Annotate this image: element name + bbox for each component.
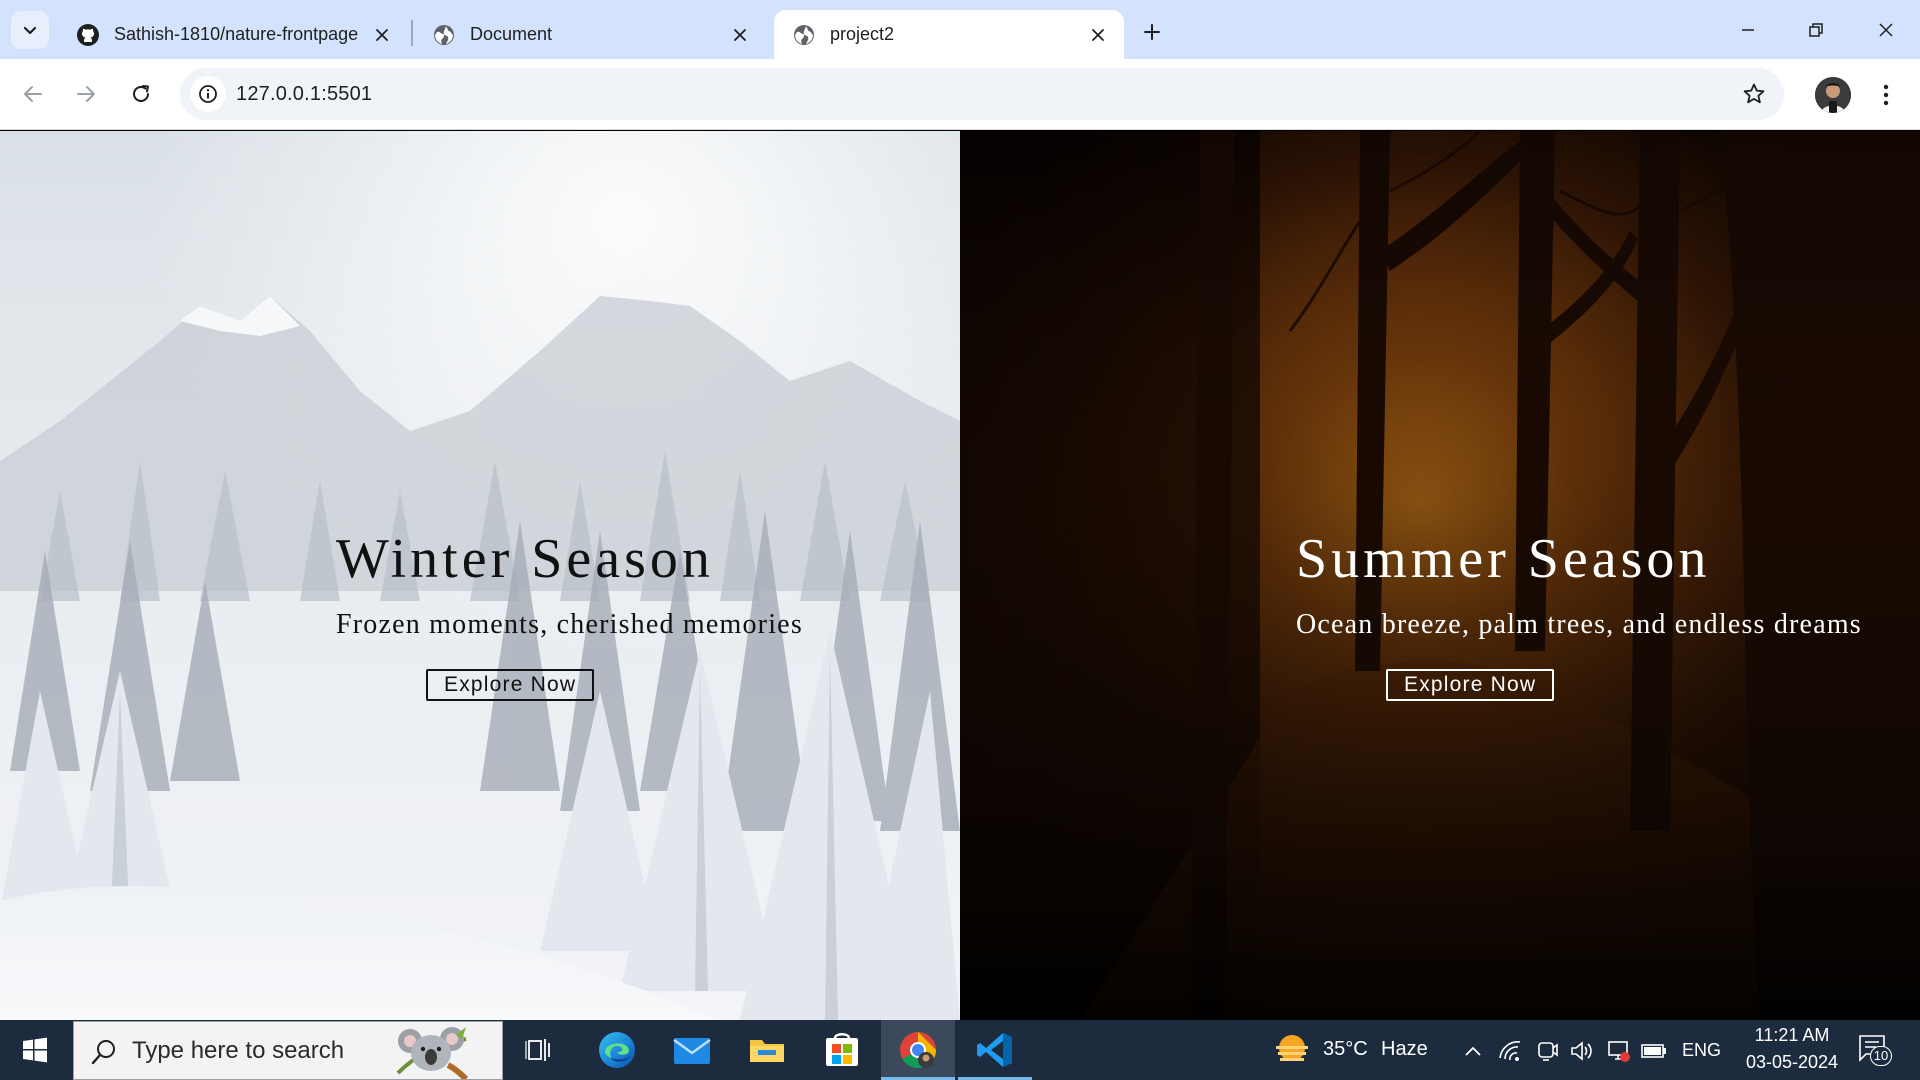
weather-temp[interactable]: 35°C xyxy=(1323,1038,1368,1061)
vscode-icon xyxy=(977,1033,1012,1067)
reload-icon xyxy=(133,85,149,102)
browser-menu-button[interactable] xyxy=(1868,77,1904,113)
minimize-icon xyxy=(1742,28,1754,31)
restore-button[interactable] xyxy=(1782,0,1850,59)
tab-title: Document xyxy=(470,24,553,44)
folder-icon xyxy=(750,1040,784,1062)
search-icon xyxy=(91,1040,115,1065)
winter-content: Winter Season Frozen moments, cherished … xyxy=(336,531,803,701)
mail-icon xyxy=(673,1038,711,1064)
wifi-icon xyxy=(1499,1041,1521,1061)
battery-button[interactable] xyxy=(1641,1038,1667,1064)
tab-strip: Sathish-1810/nature-frontpage Document p… xyxy=(0,0,1920,59)
bookmark-button[interactable] xyxy=(1740,80,1768,108)
chrome-icon xyxy=(900,1032,936,1069)
reload-button[interactable] xyxy=(121,74,161,114)
profile-avatar[interactable] xyxy=(1815,77,1851,113)
input-language[interactable]: ENG xyxy=(1682,1040,1721,1061)
new-tab-button[interactable] xyxy=(1134,14,1170,50)
github-icon xyxy=(76,23,100,47)
tab-github[interactable]: Sathish-1810/nature-frontpage xyxy=(58,10,408,59)
tab-title: project2 xyxy=(830,24,895,44)
webcam-icon xyxy=(1538,1042,1558,1061)
koala-icon xyxy=(396,1027,469,1079)
tab-document[interactable]: Document xyxy=(414,10,766,59)
arrow-left-icon xyxy=(24,86,42,102)
arrow-right-icon xyxy=(77,86,95,102)
page-viewport: Winter Season Frozen moments, cherished … xyxy=(0,131,1920,1020)
tab-separator xyxy=(411,20,413,46)
windows-logo-icon xyxy=(23,1037,47,1063)
windows-taskbar: Type here to search 35°C Haze ENG 11:21 … xyxy=(0,1020,1920,1080)
close-icon xyxy=(1879,22,1893,37)
globe-icon xyxy=(432,23,456,47)
task-view-button[interactable] xyxy=(502,1020,576,1080)
close-icon[interactable] xyxy=(1086,23,1110,47)
notification-count: 10 xyxy=(1870,1046,1892,1066)
monitor-alert-icon xyxy=(1608,1041,1630,1062)
site-info-button[interactable] xyxy=(190,76,226,112)
more-vert-icon xyxy=(1883,84,1889,106)
close-icon[interactable] xyxy=(370,23,394,47)
winter-subtitle: Frozen moments, cherished memories xyxy=(336,609,803,640)
tab-title: Sathish-1810/nature-frontpage xyxy=(114,24,359,44)
battery-icon xyxy=(1641,1044,1666,1058)
search-placeholder: Type here to search xyxy=(132,1037,345,1064)
browser-toolbar: 127.0.0.1:5501 xyxy=(0,59,1920,130)
globe-icon xyxy=(792,23,816,47)
clock-time[interactable]: 11:21 AM xyxy=(1744,1025,1840,1046)
clock-date[interactable]: 03-05-2024 xyxy=(1736,1052,1848,1073)
notifications-button[interactable]: 10 xyxy=(1858,1034,1894,1068)
url-text[interactable]: 127.0.0.1:5501 xyxy=(236,68,372,120)
taskbar-file-explorer[interactable] xyxy=(730,1020,804,1080)
minimize-button[interactable] xyxy=(1714,0,1782,59)
chevron-down-icon xyxy=(23,26,37,35)
show-hidden-icons-button[interactable] xyxy=(1460,1038,1486,1064)
winter-explore-button[interactable]: Explore Now xyxy=(426,669,595,701)
restore-icon xyxy=(1809,22,1823,37)
weather-haze-icon xyxy=(1276,1035,1308,1061)
summer-content: Summer Season Ocean breeze, palm trees, … xyxy=(1296,531,1862,701)
store-icon xyxy=(826,1033,858,1066)
star-icon xyxy=(1743,83,1765,104)
plus-icon xyxy=(1144,24,1160,40)
task-view-icon xyxy=(525,1039,550,1061)
winter-panel: Winter Season Frozen moments, cherished … xyxy=(0,131,960,1020)
taskbar-edge[interactable] xyxy=(580,1020,654,1080)
taskbar-mail[interactable] xyxy=(655,1020,729,1080)
summer-panel: Summer Season Ocean breeze, palm trees, … xyxy=(960,131,1920,1020)
summer-subtitle: Ocean breeze, palm trees, and endless dr… xyxy=(1296,609,1862,640)
summer-explore-button[interactable]: Explore Now xyxy=(1386,669,1555,701)
info-icon xyxy=(199,85,217,103)
taskbar-vscode[interactable] xyxy=(958,1020,1032,1080)
address-bar[interactable]: 127.0.0.1:5501 xyxy=(180,68,1784,120)
tab-project2[interactable]: project2 xyxy=(774,10,1124,59)
summer-title: Summer Season xyxy=(1296,528,1711,590)
security-button[interactable] xyxy=(1606,1038,1632,1064)
speaker-icon xyxy=(1571,1041,1592,1061)
forward-button[interactable] xyxy=(66,74,106,114)
weather-condition[interactable]: Haze xyxy=(1381,1038,1428,1061)
start-button[interactable] xyxy=(0,1020,70,1080)
taskbar-search-box[interactable]: Type here to search xyxy=(73,1021,503,1080)
meet-now-button[interactable] xyxy=(1534,1038,1560,1064)
chevron-up-icon xyxy=(1465,1046,1481,1056)
taskbar-chrome[interactable] xyxy=(881,1020,955,1080)
tab-search-button[interactable] xyxy=(11,11,49,49)
volume-button[interactable] xyxy=(1569,1038,1595,1064)
close-window-button[interactable] xyxy=(1852,0,1920,59)
taskbar-store[interactable] xyxy=(805,1020,879,1080)
network-button[interactable] xyxy=(1497,1038,1523,1064)
winter-title: Winter Season xyxy=(336,528,714,590)
avatar-icon xyxy=(1815,77,1851,113)
back-button[interactable] xyxy=(13,74,53,114)
edge-icon xyxy=(599,1032,635,1068)
close-icon[interactable] xyxy=(728,23,752,47)
